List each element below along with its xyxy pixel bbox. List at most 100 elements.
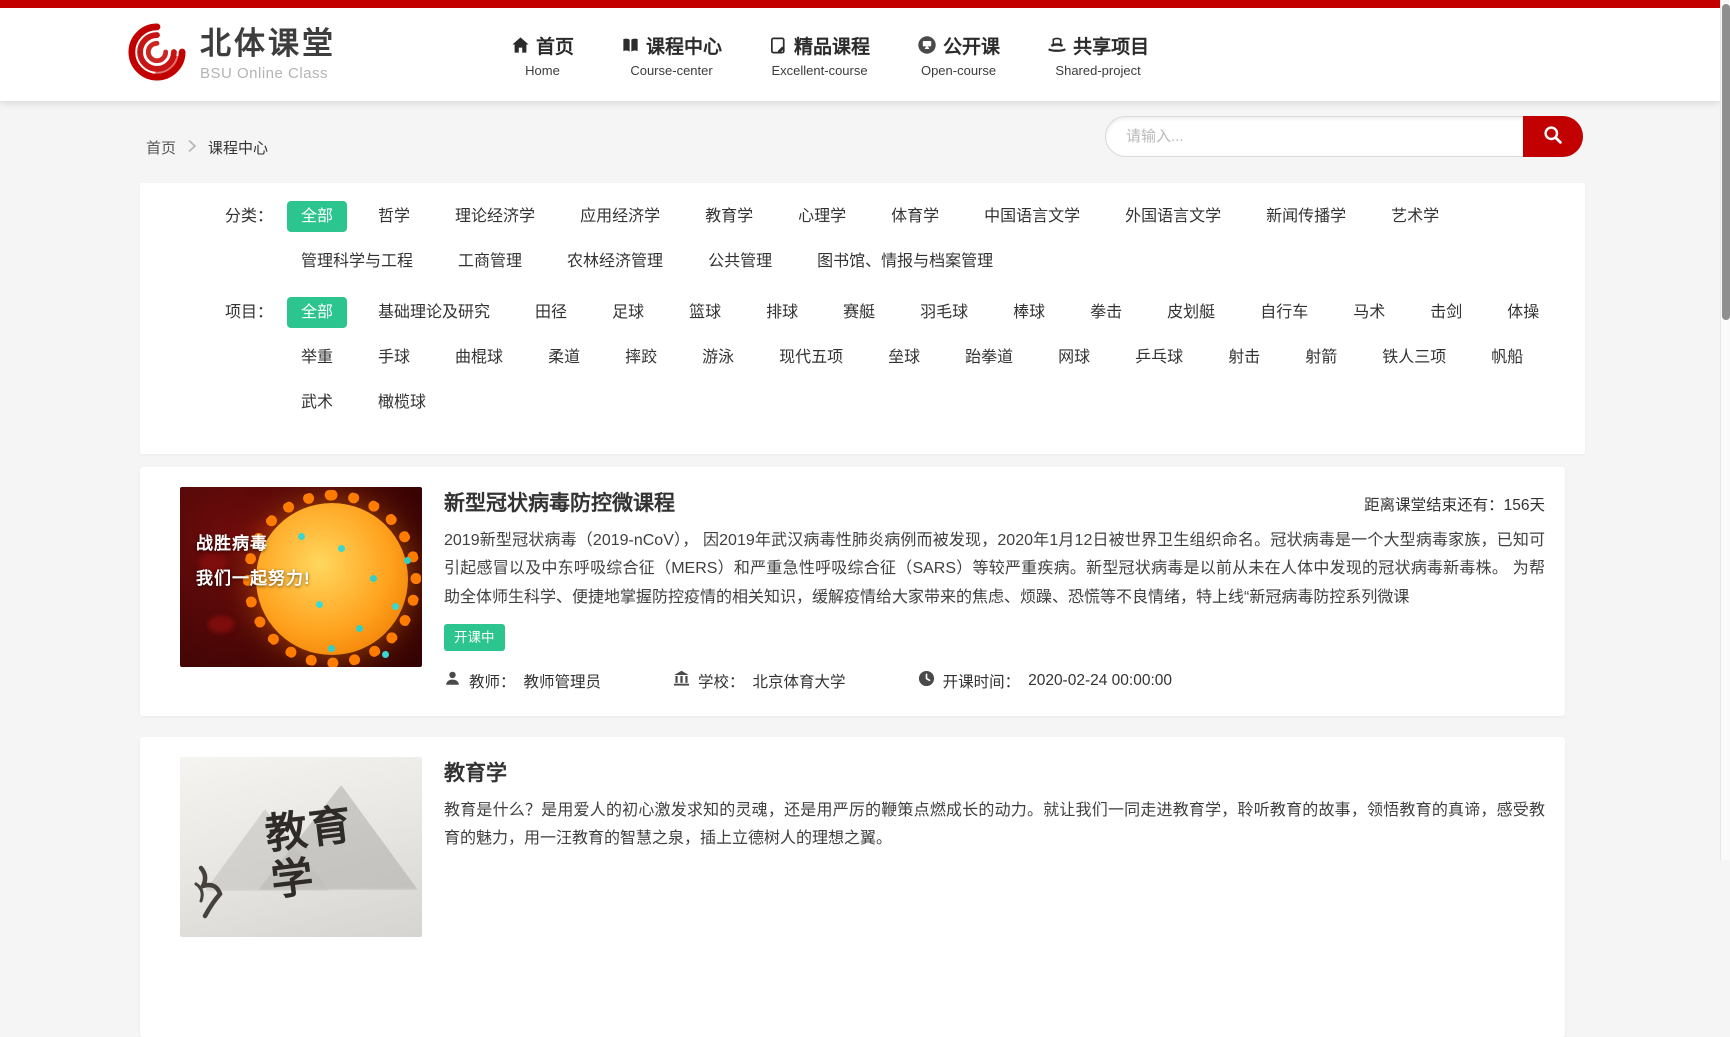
filter-chip[interactable]: 应用经济学 bbox=[566, 201, 674, 232]
filter-chip[interactable]: 游泳 bbox=[688, 342, 748, 373]
filter-chip[interactable]: 管理科学与工程 bbox=[287, 246, 427, 277]
scrollbar-thumb[interactable] bbox=[1722, 4, 1730, 320]
filter-chip[interactable]: 羽毛球 bbox=[906, 297, 982, 328]
filter-chip[interactable]: 新闻传播学 bbox=[1252, 201, 1360, 232]
search-input[interactable] bbox=[1105, 116, 1583, 157]
filter-chip[interactable]: 农林经济管理 bbox=[553, 246, 677, 277]
filter-chip[interactable]: 哲学 bbox=[364, 201, 424, 232]
filter-chip[interactable]: 赛艇 bbox=[829, 297, 889, 328]
filter-chip[interactable]: 武术 bbox=[287, 387, 347, 418]
nav-label-zh: 首页 bbox=[536, 32, 574, 59]
nav-label-zh: 共享项目 bbox=[1073, 32, 1149, 59]
meta-start-time: 开课时间： 2020-02-24 00:00:00 bbox=[918, 670, 1172, 692]
filter-chip[interactable]: 全部 bbox=[287, 201, 347, 232]
course-countdown: 距离课堂结束还有：156天 bbox=[1364, 493, 1545, 515]
teacher-icon bbox=[444, 670, 461, 692]
filter-chip[interactable]: 足球 bbox=[598, 297, 658, 328]
filter-chip[interactable]: 击剑 bbox=[1416, 297, 1476, 328]
filter-chip[interactable]: 教育学 bbox=[691, 201, 767, 232]
filter-chip[interactable]: 排球 bbox=[752, 297, 812, 328]
filter-chip[interactable]: 工商管理 bbox=[444, 246, 536, 277]
filter-row: 武术橄榄球 bbox=[287, 387, 1565, 418]
filter-chip[interactable]: 图书馆、情报与档案管理 bbox=[803, 246, 1007, 277]
filter-chip[interactable]: 手球 bbox=[364, 342, 424, 373]
course-description: 2019新型冠状病毒（2019-nCoV）， 因2019年武汉病毒性肺炎病例而被… bbox=[444, 527, 1545, 612]
nav-item-shared-project[interactable]: 共享项目 Shared-project bbox=[1047, 32, 1149, 78]
filter-chip[interactable]: 体育学 bbox=[877, 201, 953, 232]
filter-chip[interactable]: 曲棍球 bbox=[441, 342, 517, 373]
filter-chip[interactable]: 乒乓球 bbox=[1121, 342, 1197, 373]
nav-label-zh: 精品课程 bbox=[794, 32, 870, 59]
filter-group-project: 项目： 全部基础理论及研究田径足球篮球排球赛艇羽毛球棒球拳击皮划艇自行车马术击剑… bbox=[140, 297, 1565, 432]
book-icon bbox=[621, 36, 640, 55]
meta-school: 学校： 北京体育大学 bbox=[673, 670, 846, 692]
search-button[interactable] bbox=[1523, 116, 1583, 157]
scrollbar-track[interactable] bbox=[1720, 0, 1730, 860]
meta-teacher: 教师： 教师管理员 bbox=[444, 670, 601, 692]
school-icon bbox=[673, 670, 690, 692]
filter-chip[interactable]: 跆拳道 bbox=[951, 342, 1027, 373]
course-title[interactable]: 教育学 bbox=[444, 757, 507, 787]
breadcrumb-home[interactable]: 首页 bbox=[146, 137, 176, 158]
filter-chip[interactable]: 网球 bbox=[1044, 342, 1104, 373]
virus-background-blobs bbox=[208, 616, 234, 633]
filter-chip[interactable]: 垒球 bbox=[874, 342, 934, 373]
course-title[interactable]: 新型冠状病毒防控微课程 bbox=[444, 487, 675, 517]
filter-chip[interactable]: 心理学 bbox=[784, 201, 860, 232]
school-value: 北京体育大学 bbox=[753, 670, 846, 692]
site-logo[interactable]: 北体课堂 BSU Online Class bbox=[128, 23, 336, 86]
nav-label-zh: 公开课 bbox=[943, 32, 1000, 59]
filter-chip[interactable]: 田径 bbox=[521, 297, 581, 328]
filter-chip[interactable]: 摔跤 bbox=[611, 342, 671, 373]
filter-chip[interactable]: 举重 bbox=[287, 342, 347, 373]
filter-chip[interactable]: 柔道 bbox=[534, 342, 594, 373]
filter-chip[interactable]: 现代五项 bbox=[765, 342, 857, 373]
filter-chip[interactable]: 篮球 bbox=[675, 297, 735, 328]
nav-item-course-center[interactable]: 课程中心 Course-center bbox=[621, 32, 722, 78]
filter-chip[interactable]: 外国语言文学 bbox=[1111, 201, 1235, 232]
filter-chip[interactable]: 射击 bbox=[1214, 342, 1274, 373]
nav-label-en: Excellent-course bbox=[769, 63, 870, 78]
brand-name: 北体课堂 bbox=[200, 27, 336, 61]
breadcrumb: 首页 课程中心 bbox=[146, 137, 268, 158]
filter-chip[interactable]: 体操 bbox=[1493, 297, 1553, 328]
nav-label-en: Course-center bbox=[621, 63, 722, 78]
start-time-label: 开课时间： bbox=[943, 670, 1021, 692]
clock-icon bbox=[918, 670, 935, 692]
breadcrumb-current: 课程中心 bbox=[208, 137, 268, 158]
start-time-value: 2020-02-24 00:00:00 bbox=[1028, 672, 1172, 690]
nav-item-open-course[interactable]: 公开课 Open-course bbox=[917, 32, 1000, 78]
filter-chip[interactable]: 公共管理 bbox=[694, 246, 786, 277]
filter-row: 管理科学与工程工商管理农林经济管理公共管理图书馆、情报与档案管理 bbox=[287, 246, 1565, 277]
filter-chip[interactable]: 基础理论及研究 bbox=[364, 297, 504, 328]
filter-group-category: 分类： 全部哲学理论经济学应用经济学教育学心理学体育学中国语言文学外国语言文学新… bbox=[140, 201, 1565, 291]
filter-chip[interactable]: 皮划艇 bbox=[1153, 297, 1229, 328]
top-accent-bar bbox=[0, 0, 1720, 8]
filter-chip[interactable]: 棒球 bbox=[999, 297, 1059, 328]
nav-label-en: Shared-project bbox=[1047, 63, 1149, 78]
course-thumbnail[interactable]: 教育学 bbox=[180, 757, 422, 937]
nav-item-home[interactable]: 首页 Home bbox=[511, 32, 574, 78]
filter-chip[interactable]: 艺术学 bbox=[1377, 201, 1453, 232]
open-course-icon bbox=[917, 35, 937, 55]
filter-chip[interactable]: 全部 bbox=[287, 297, 347, 328]
logo-swirl-icon bbox=[128, 23, 186, 86]
filter-chip[interactable]: 射箭 bbox=[1291, 342, 1351, 373]
filter-chip[interactable]: 橄榄球 bbox=[364, 387, 440, 418]
nav-item-excellent-course[interactable]: 精品课程 Excellent-course bbox=[769, 32, 870, 78]
course-meta: 教师： 教师管理员 学校： 北京体育大学 开课时间： 2020-02-24 00… bbox=[444, 670, 1545, 692]
page-content: 首页 课程中心 分类： 全部哲学理论经济学应用经济学教育学心理学体育学中国语言文… bbox=[0, 101, 1720, 860]
school-label: 学校： bbox=[698, 670, 745, 692]
filter-chip[interactable]: 理论经济学 bbox=[441, 201, 549, 232]
search-icon bbox=[1542, 124, 1564, 149]
filter-chip[interactable]: 马术 bbox=[1339, 297, 1399, 328]
course-thumbnail[interactable]: 战胜病毒 我们一起努力! bbox=[180, 487, 422, 667]
course-card: 教育学 教育学 教育是什么？是用爱人的初心激发求知的灵魂，还是用严厉的鞭策点燃成… bbox=[140, 737, 1565, 1037]
filter-chip[interactable]: 中国语言文学 bbox=[970, 201, 1094, 232]
filter-chip[interactable]: 铁人三项 bbox=[1368, 342, 1460, 373]
nav-label-zh: 课程中心 bbox=[646, 32, 722, 59]
filter-chip[interactable]: 帆船 bbox=[1477, 342, 1537, 373]
thumbnail-slogan: 战胜病毒 我们一起努力! bbox=[196, 527, 311, 597]
filter-chip[interactable]: 拳击 bbox=[1076, 297, 1136, 328]
filter-chip[interactable]: 自行车 bbox=[1246, 297, 1322, 328]
